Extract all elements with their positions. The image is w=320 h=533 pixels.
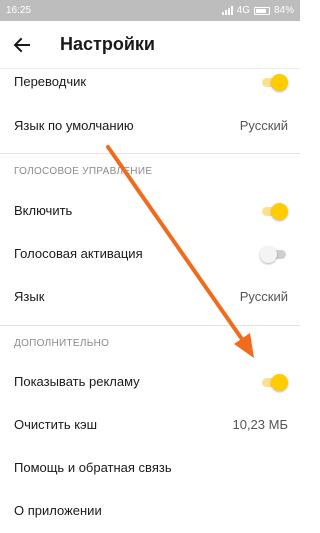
voice-activation-toggle[interactable] bbox=[260, 245, 288, 263]
setting-value: Русский bbox=[239, 289, 288, 304]
setting-label: Язык bbox=[14, 289, 45, 304]
setting-label: Включить bbox=[14, 203, 73, 218]
setting-label: Голосовая активация bbox=[14, 246, 143, 261]
setting-default-language[interactable]: Язык по умолчанию Русский bbox=[0, 104, 300, 147]
translator-toggle[interactable] bbox=[260, 73, 288, 91]
page-title: Настройки bbox=[60, 34, 155, 54]
voice-enable-toggle[interactable] bbox=[260, 202, 288, 220]
setting-show-ads[interactable]: Показывать рекламу bbox=[0, 360, 300, 403]
status-bar: 16:25 4G 84% bbox=[0, 0, 300, 21]
divider bbox=[0, 325, 300, 326]
status-time: 16:25 bbox=[6, 5, 32, 16]
section-header-voice: ГОЛОСОВОЕ УПРАВЛЕНИЕ bbox=[14, 166, 153, 177]
battery-icon bbox=[253, 6, 270, 15]
battery-level: 84% bbox=[273, 5, 294, 16]
status-icons: 4G 84% bbox=[221, 5, 294, 16]
show-ads-toggle[interactable] bbox=[260, 373, 288, 391]
network-type: 4G bbox=[236, 5, 250, 16]
back-arrow-icon bbox=[13, 37, 30, 52]
setting-label: Показывать рекламу bbox=[14, 374, 140, 389]
signal-icon bbox=[221, 6, 233, 15]
setting-clear-cache[interactable]: Очистить кэш 10,23 МБ bbox=[0, 403, 300, 446]
setting-value: Русский bbox=[239, 118, 288, 133]
setting-label: Переводчик bbox=[14, 74, 87, 89]
setting-label: Язык по умолчанию bbox=[14, 118, 134, 133]
setting-voice-language[interactable]: Язык Русский bbox=[0, 275, 300, 318]
cache-size: 10,23 МБ bbox=[232, 417, 288, 432]
setting-label: Помощь и обратная связь bbox=[14, 460, 172, 475]
section-header-extra: ДОПОЛНИТЕЛЬНО bbox=[14, 338, 110, 349]
divider bbox=[0, 153, 300, 154]
setting-help[interactable]: Помощь и обратная связь bbox=[0, 446, 300, 489]
setting-voice-activation[interactable]: Голосовая активация bbox=[0, 232, 300, 275]
setting-voice-enable[interactable]: Включить bbox=[0, 189, 300, 232]
setting-translator[interactable]: Переводчик bbox=[0, 60, 300, 103]
setting-about[interactable]: О приложении bbox=[0, 489, 300, 532]
setting-label: О приложении bbox=[14, 503, 102, 518]
setting-label: Очистить кэш bbox=[14, 417, 98, 432]
